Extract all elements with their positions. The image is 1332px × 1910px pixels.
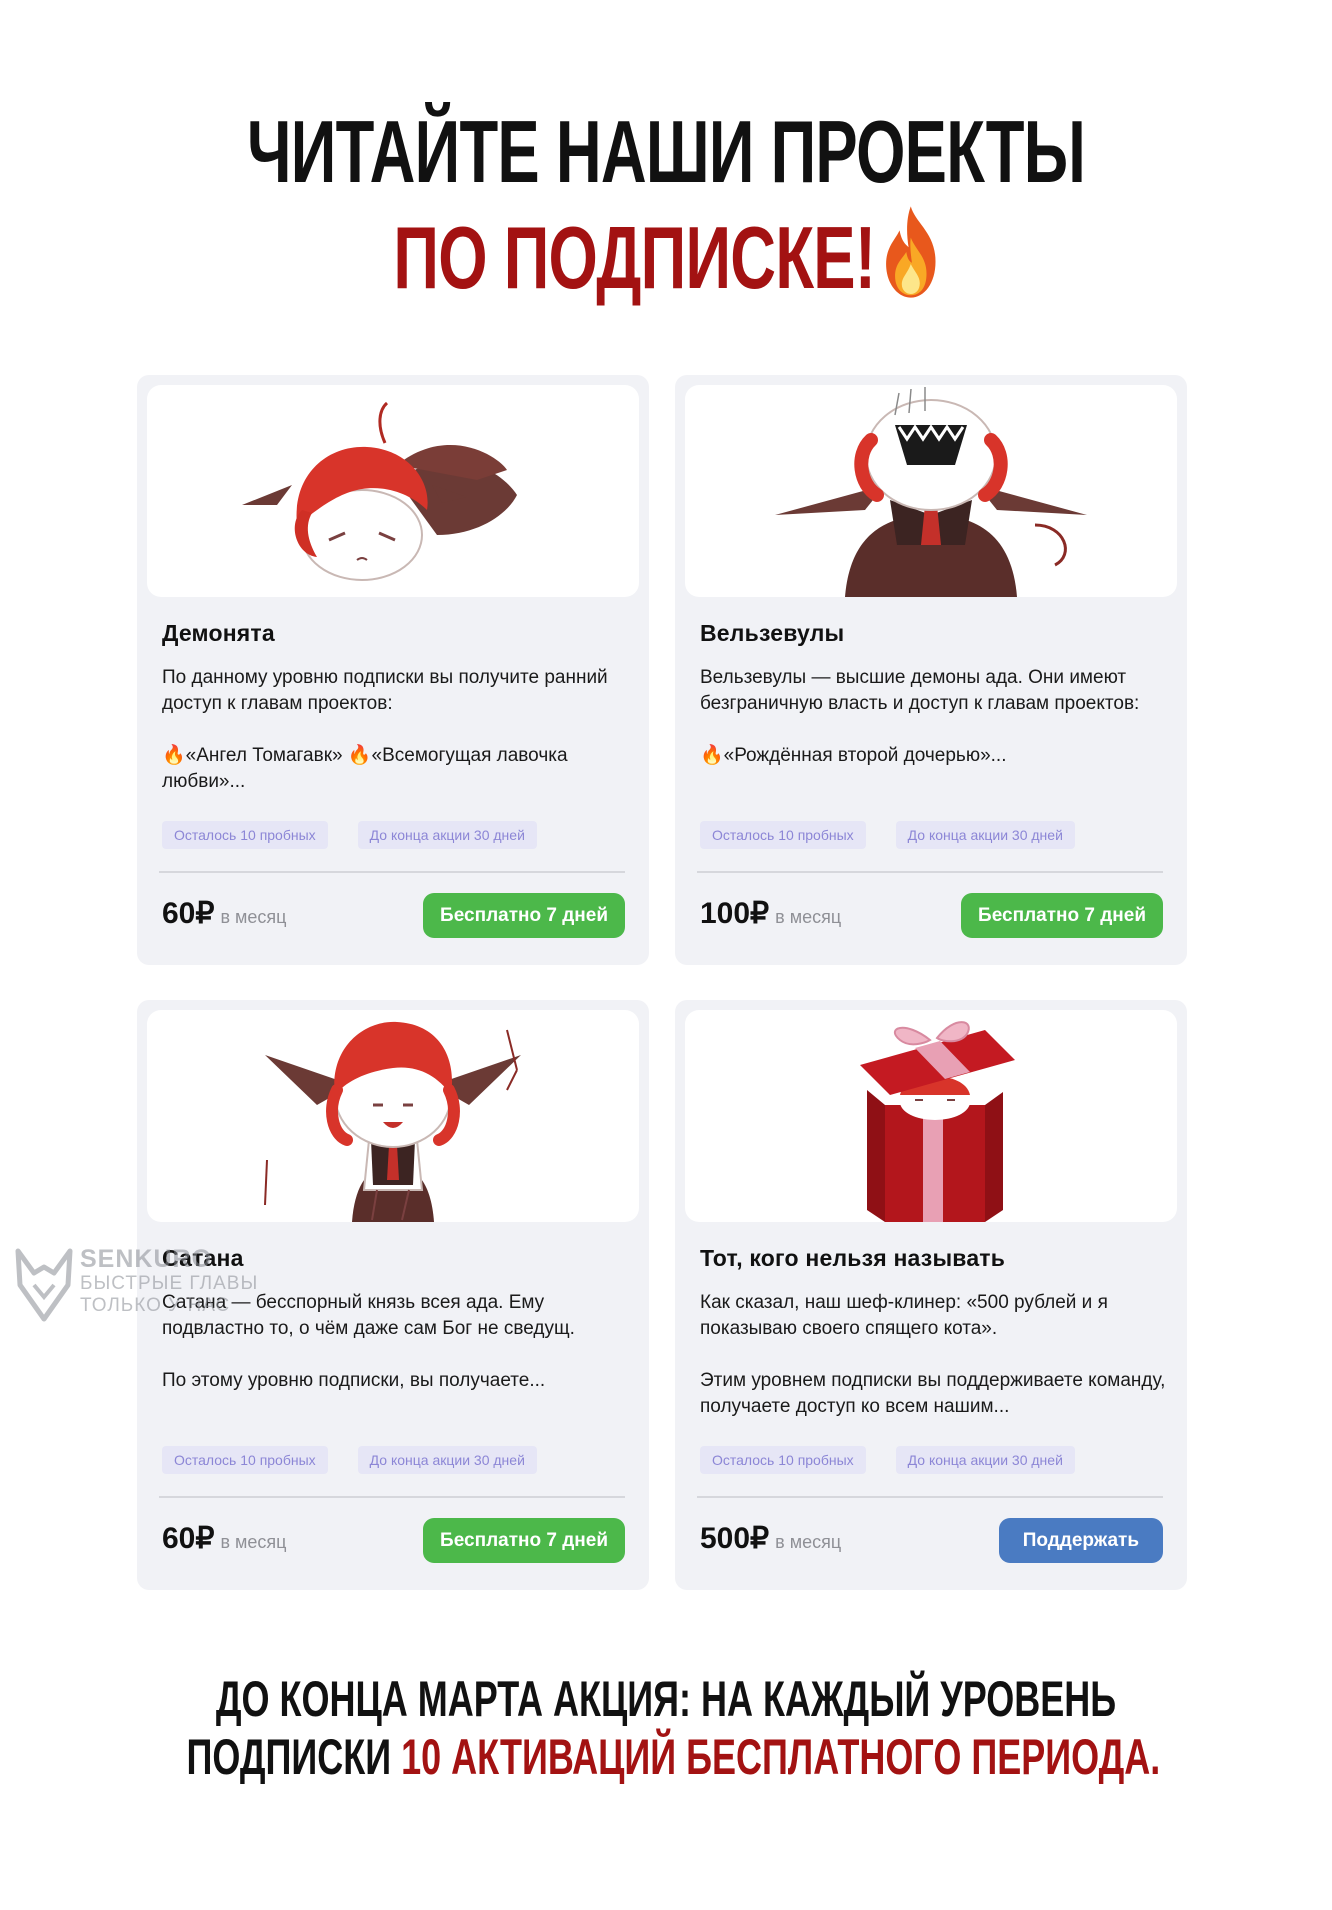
tier-description-text: Как сказал, наш шеф-клинер: «500 рублей … (700, 1292, 1108, 1339)
tier-price: 100₽ в месяц (700, 896, 841, 931)
price-value: 100₽ (700, 897, 770, 930)
promo-line-1: ДО КОНЦА МАРТА АКЦИЯ: НА КАЖДЫЙ УРОВЕНЬ (215, 1671, 1117, 1727)
price-period: в месяц (775, 1532, 842, 1552)
tier-price: 60₽ в месяц (162, 1521, 286, 1556)
fire-icon (885, 206, 936, 298)
price-period: в месяц (775, 907, 842, 927)
promo-line-2-red: 10 АКТИВАЦИЙ БЕСПЛАТНОГО ПЕРИОДА. (401, 1729, 1161, 1785)
divider (159, 1496, 625, 1498)
tier-description-text: Вельзевулы — высшие демоны ада. Они имею… (700, 667, 1140, 714)
support-button[interactable]: Поддержать (998, 1518, 1163, 1563)
tier-illustration (147, 1010, 639, 1222)
watermark-slogan-2: ТОЛЬКО У НАС (80, 1295, 231, 1316)
tier-badges: Осталось 10 пробных До конца акции 30 дн… (700, 821, 1075, 849)
watermark-brand: SENKURO (80, 1245, 213, 1273)
chibi-demon-lying-illustration (242, 401, 517, 581)
page-title-line-2-text: ПО ПОДПИСКЕ! (393, 208, 876, 307)
promo-footer: ДО КОНЦА МАРТА АКЦИЯ: НА КАЖДЫЙ УРОВЕНЬ … (0, 1670, 1332, 1786)
tier-illustration (685, 385, 1177, 597)
free-trial-button[interactable]: Бесплатно 7 дней (961, 893, 1163, 938)
trials-left-badge: Осталось 10 пробных (162, 821, 328, 849)
tier-description-text: По данному уровню подписки вы получите р… (162, 667, 608, 714)
tier-illustration (147, 385, 639, 597)
tier-projects-list: 🔥«Ангел Томагавк» 🔥«Всемогущая лавочка л… (162, 745, 568, 792)
divider (159, 871, 625, 873)
trials-left-badge: Осталось 10 пробных (162, 1446, 328, 1474)
tier-benefits-text: Этим уровнем подписки вы поддерживаете к… (700, 1370, 1166, 1417)
tier-title: Демонята (162, 620, 275, 646)
fox-logo-icon (15, 1248, 73, 1322)
tier-card-demonyata: Демонята По данному уровню подписки вы п… (137, 375, 649, 965)
tier-price: 500₽ в месяц (700, 1521, 841, 1556)
divider (697, 871, 1163, 873)
tier-card-velzevuly: Вельзевулы Вельзевулы — высшие демоны ад… (675, 375, 1187, 965)
chibi-demon-standing-illustration (264, 1021, 521, 1222)
tier-price: 60₽ в месяц (162, 896, 286, 931)
promo-deadline-badge: До конца акции 30 дней (357, 1446, 537, 1474)
page-title-line-1: ЧИТАЙТЕ НАШИ ПРОЕКТЫ (246, 102, 1086, 201)
promo-line-2-black: ПОДПИСКИ (186, 1729, 392, 1785)
divider (697, 1496, 1163, 1498)
promo-deadline-badge: До конца акции 30 дней (895, 1446, 1075, 1474)
price-value: 60₽ (162, 897, 215, 930)
promo-line-2: ПОДПИСКИ 10 АКТИВАЦИЙ БЕСПЛАТНОГО ПЕРИОД… (186, 1728, 1160, 1786)
page-header: ЧИТАЙТЕ НАШИ ПРОЕКТЫ ПО ПОДПИСКЕ! (0, 100, 1332, 310)
tier-projects-list: По этому уровню подписки, вы получаете..… (162, 1370, 546, 1391)
price-value: 60₽ (162, 1522, 215, 1555)
tier-badges: Осталось 10 пробных До конца акции 30 дн… (700, 1446, 1075, 1474)
watermark-slogan-1: БЫСТРЫЕ ГЛАВЫ (80, 1273, 259, 1294)
gift-box-illustration (860, 1021, 1015, 1222)
chibi-demon-shouting-illustration (775, 387, 1087, 597)
trials-left-badge: Осталось 10 пробных (700, 1446, 866, 1474)
free-trial-button[interactable]: Бесплатно 7 дней (423, 893, 625, 938)
promo-deadline-badge: До конца акции 30 дней (357, 821, 537, 849)
tier-description: Как сказал, наш шеф-клинер: «500 рублей … (700, 1290, 1170, 1420)
watermark: SENKURO БЫСТРЫЕ ГЛАВЫ ТОЛЬКО У НАС (12, 1245, 272, 1325)
tier-description: По данному уровню подписки вы получите р… (162, 665, 632, 795)
price-period: в месяц (220, 907, 287, 927)
price-period: в месяц (220, 1532, 287, 1552)
tier-illustration (685, 1010, 1177, 1222)
page-title-line-2: ПО ПОДПИСКЕ! (186, 204, 1145, 310)
tier-projects-list: 🔥«Рождённая второй дочерью»... (700, 745, 1007, 766)
tier-badges: Осталось 10 пробных До конца акции 30 дн… (162, 821, 537, 849)
tier-card-unnamed: Тот, кого нельзя называть Как сказал, на… (675, 1000, 1187, 1590)
free-trial-button[interactable]: Бесплатно 7 дней (423, 1518, 625, 1563)
tier-description: Вельзевулы — высшие демоны ада. Они имею… (700, 665, 1170, 769)
trials-left-badge: Осталось 10 пробных (700, 821, 866, 849)
subscription-tiers-grid: Демонята По данному уровню подписки вы п… (137, 375, 1187, 1590)
promo-deadline-badge: До конца акции 30 дней (895, 821, 1075, 849)
tier-title: Вельзевулы (700, 620, 845, 646)
price-value: 500₽ (700, 1522, 770, 1555)
tier-badges: Осталось 10 пробных До конца акции 30 дн… (162, 1446, 537, 1474)
tier-title: Тот, кого нельзя называть (700, 1245, 1006, 1271)
